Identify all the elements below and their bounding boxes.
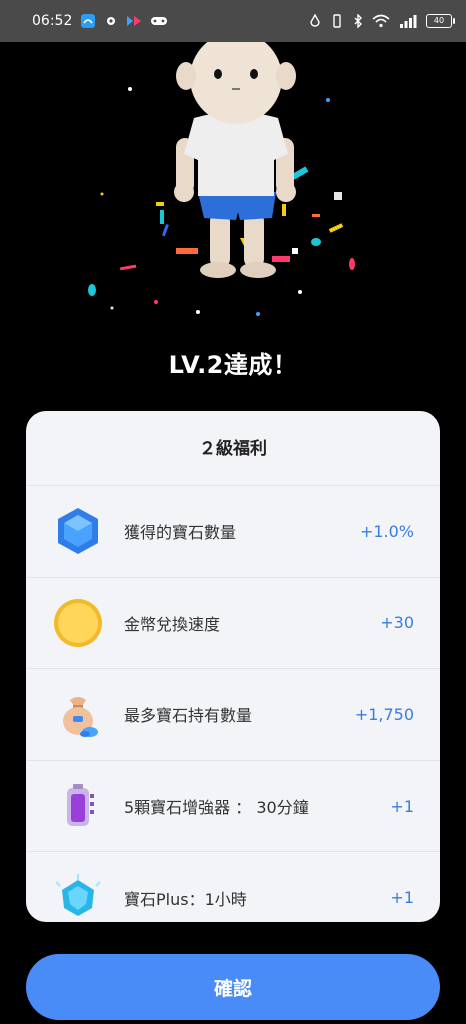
card-title: ２級福利	[199, 439, 267, 459]
benefit-row-max-gems: 最多寶石持有數量 +1,750	[26, 668, 440, 760]
status-bar: 06:52 40	[0, 0, 466, 42]
gamepad-icon	[150, 15, 168, 27]
level-up-character	[88, 42, 355, 316]
benefit-value: +1,750	[354, 704, 414, 724]
chat-app-icon	[80, 13, 96, 29]
battery-booster-icon	[50, 778, 106, 834]
confirm-button[interactable]: 確認	[26, 954, 440, 1020]
benefit-label: 獲得的寶石數量	[124, 523, 237, 543]
alarm-icon	[309, 14, 321, 28]
benefit-value: +1	[390, 888, 414, 908]
blue-gem-icon	[50, 503, 106, 559]
character	[174, 42, 296, 278]
gold-coin-icon	[50, 595, 106, 651]
benefit-label: 5顆寶石增強器 ： 30分鐘	[124, 798, 309, 818]
status-time: 06:52	[32, 13, 73, 29]
gear-icon	[104, 14, 118, 28]
benefit-value: +1.0%	[359, 521, 414, 541]
benefit-label: 金幣兌換速度	[124, 614, 221, 634]
gem-plus-icon	[50, 870, 106, 922]
signal-icon	[399, 14, 417, 28]
level-achieved-title: LV.2達成！	[168, 351, 298, 379]
money-bag-icon	[50, 686, 106, 742]
wifi-icon	[372, 14, 390, 28]
vibrate-icon	[330, 14, 344, 28]
media-icon	[126, 15, 142, 27]
benefits-card: ２級福利 獲得的寶石數量 +1.0% 金幣兌換速度 +30 最多寶石持有數量 +…	[26, 411, 440, 922]
benefit-label: 寶石Plus：1小時	[124, 889, 247, 909]
benefit-label: 最多寶石持有數量	[124, 706, 253, 726]
benefit-row-gem-amount: 獲得的寶石數量 +1.0%	[26, 485, 440, 577]
benefit-row-gem-booster: 5顆寶石增強器 ： 30分鐘 +1	[26, 759, 440, 852]
battery-icon: 40	[426, 14, 455, 28]
benefit-row-gem-plus: 寶石Plus：1小時 +1	[26, 851, 440, 922]
bluetooth-icon	[353, 14, 363, 28]
benefit-row-coin-speed: 金幣兌換速度 +30	[26, 576, 440, 669]
benefit-value: +1	[390, 796, 414, 816]
benefit-value: +30	[380, 613, 414, 633]
